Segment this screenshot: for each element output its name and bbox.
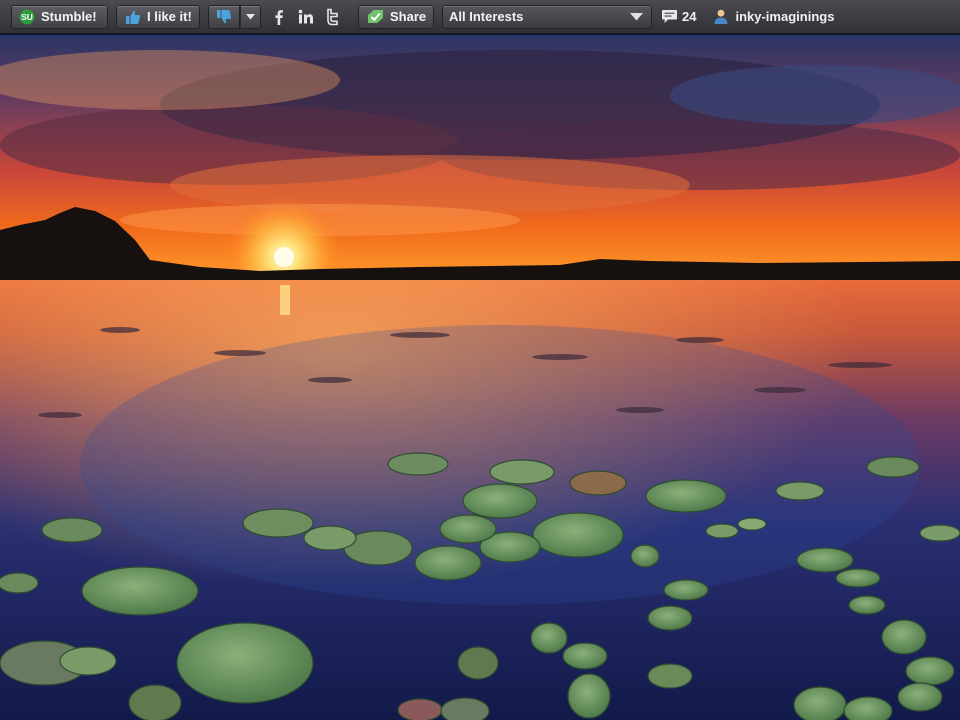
comment-count: 24 xyxy=(682,9,697,24)
facebook-icon[interactable] xyxy=(269,7,289,27)
svg-text:SU: SU xyxy=(21,12,33,22)
username: inky-imaginings xyxy=(735,9,835,24)
thumbs-up-icon xyxy=(125,9,141,25)
dislike-dropdown-button[interactable] xyxy=(240,4,261,29)
share-button[interactable]: Share xyxy=(358,4,434,29)
interests-selected-value: All Interests xyxy=(449,9,524,24)
twitter-icon[interactable] xyxy=(323,7,343,27)
sunset-lake-photo xyxy=(0,35,960,720)
dislike-button[interactable] xyxy=(208,4,240,29)
like-button[interactable]: I like it! xyxy=(116,4,200,29)
chevron-down-icon xyxy=(630,12,643,21)
dislike-group xyxy=(208,4,261,29)
stumbleupon-logo-icon: SU xyxy=(19,9,35,25)
chevron-down-icon xyxy=(246,13,255,20)
photo-canvas xyxy=(0,35,960,720)
social-links xyxy=(269,7,350,27)
user-profile-link[interactable]: inky-imaginings xyxy=(714,9,834,24)
like-label: I like it! xyxy=(147,9,192,24)
stumble-label: Stumble! xyxy=(41,9,97,24)
interests-dropdown[interactable]: All Interests xyxy=(442,4,652,29)
stumbleupon-toolbar: SU Stumble! I like it! Share All Interes… xyxy=(0,0,960,34)
sun-reflection xyxy=(280,285,290,315)
stumble-button[interactable]: SU Stumble! xyxy=(11,4,108,29)
share-label: Share xyxy=(390,9,427,24)
thumbs-down-icon xyxy=(216,9,232,25)
sun-core xyxy=(274,247,294,267)
comments-link[interactable]: 24 xyxy=(661,9,696,24)
speech-bubble-icon xyxy=(661,9,678,24)
share-icon xyxy=(367,9,384,24)
user-icon xyxy=(714,9,728,24)
linkedin-icon[interactable] xyxy=(296,7,316,27)
